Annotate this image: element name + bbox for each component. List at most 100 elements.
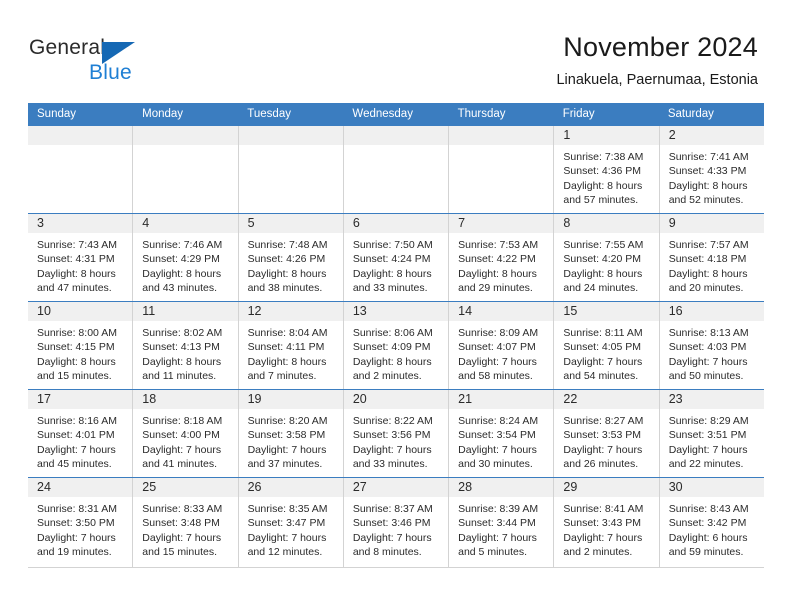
day-details: Sunrise: 7:41 AM Sunset: 4:33 PM Daylight:… — [660, 145, 764, 207]
calendar-day-cell[interactable]: 23 Sunrise: 8:29 AM Sunset: 3:51 PM Dayligh… — [658, 390, 764, 477]
calendar-day-cell[interactable]: 4 Sunrise: 7:46 AM Sunset: 4:29 PM Daylight… — [132, 214, 238, 301]
daylight-duration-line2: and 58 minutes. — [458, 369, 533, 382]
calendar-day-cell[interactable]: 24 Sunrise: 8:31 AM Sunset: 3:50 PM Dayligh… — [28, 478, 133, 567]
daylight-duration-line2: and 2 minutes. — [352, 369, 422, 382]
sunset-time: Sunset: 3:56 PM — [352, 429, 431, 442]
sunrise-time: Sunrise: 8:22 AM — [352, 415, 433, 427]
sunrise-time: Sunrise: 8:43 AM — [668, 503, 749, 515]
calendar-day-cell[interactable]: 11 Sunrise: 8:02 AM Sunset: 4:13 PM Dayligh… — [132, 302, 238, 389]
calendar-day-cell[interactable]: 17 Sunrise: 8:16 AM Sunset: 4:01 PM Dayligh… — [28, 390, 133, 477]
day-number: 15 — [554, 302, 659, 321]
sunrise-time: Sunrise: 8:27 AM — [563, 415, 644, 427]
calendar-day-cell[interactable]: 7 Sunrise: 7:53 AM Sunset: 4:22 PM Daylight… — [448, 214, 554, 301]
sunrise-time: Sunrise: 8:41 AM — [563, 503, 644, 515]
day-number: 16 — [659, 302, 764, 321]
sunset-time: Sunset: 4:33 PM — [668, 165, 747, 178]
title-block: November 2024 Linakuela, Paernumaa, Esto… — [556, 30, 758, 89]
day-details: Sunrise: 7:43 AM Sunset: 4:31 PM Daylight:… — [28, 233, 132, 295]
day-number: 11 — [133, 302, 238, 321]
day-details: Sunrise: 8:33 AM Sunset: 3:48 PM Daylight:… — [133, 497, 237, 559]
general-blue-logo[interactable]: General Blue — [29, 36, 209, 86]
day-number: 24 — [28, 478, 133, 497]
day-number: 3 — [28, 214, 133, 233]
calendar-day-cell[interactable]: 29 Sunrise: 8:41 AM Sunset: 3:43 PM Dayligh… — [553, 478, 659, 567]
sunset-time: Sunset: 3:48 PM — [142, 517, 220, 530]
sunset-time: Sunset: 4:31 PM — [37, 253, 115, 266]
calendar-day-cell[interactable]: 5 Sunrise: 7:48 AM Sunset: 4:26 PM Daylight… — [237, 214, 343, 301]
day-details: Sunrise: 8:16 AM Sunset: 4:01 PM Daylight:… — [28, 409, 132, 471]
calendar-day-cell-empty — [132, 126, 238, 213]
calendar-day-cell[interactable]: 3 Sunrise: 7:43 AM Sunset: 4:31 PM Daylight… — [28, 214, 133, 301]
calendar-day-cell[interactable]: 16 Sunrise: 8:13 AM Sunset: 4:03 PM Dayligh… — [658, 302, 764, 389]
day-details: Sunrise: 8:00 AM Sunset: 4:15 PM Daylight:… — [28, 321, 132, 383]
sunset-time: Sunset: 4:00 PM — [142, 429, 220, 442]
calendar-day-cell[interactable]: 6 Sunrise: 7:50 AM Sunset: 4:24 PM Daylight… — [342, 214, 449, 301]
sunset-time: Sunset: 3:53 PM — [563, 429, 642, 442]
day-details: Sunrise: 8:13 AM Sunset: 4:03 PM Daylight:… — [660, 321, 764, 383]
daylight-duration-line1: Daylight: 8 hours — [352, 267, 432, 280]
calendar-day-cell[interactable]: 28 Sunrise: 8:39 AM Sunset: 3:44 PM Dayligh… — [448, 478, 554, 567]
calendar-day-cell[interactable]: 19 Sunrise: 8:20 AM Sunset: 3:58 PM Dayligh… — [237, 390, 343, 477]
day-details: Sunrise: 8:11 AM Sunset: 4:05 PM Daylight:… — [554, 321, 658, 383]
daylight-duration-line1: Daylight: 8 hours — [37, 267, 116, 280]
day-number — [343, 126, 449, 145]
calendar-day-cell[interactable]: 10 Sunrise: 8:00 AM Sunset: 4:15 PM Dayligh… — [28, 302, 133, 389]
sunset-time: Sunset: 4:24 PM — [352, 253, 431, 266]
sunset-time: Sunset: 3:58 PM — [247, 429, 326, 442]
daylight-duration-line1: Daylight: 7 hours — [142, 443, 222, 456]
weekday-header-row: Sunday Monday Tuesday Wednesday Thursday… — [28, 103, 764, 125]
sunrise-time: Sunrise: 7:46 AM — [142, 239, 223, 251]
sunrise-time: Sunrise: 7:48 AM — [247, 239, 328, 251]
day-details — [133, 145, 237, 150]
daylight-duration-line2: and 30 minutes. — [458, 457, 533, 470]
daylight-duration-line1: Daylight: 7 hours — [247, 443, 327, 456]
calendar-day-cell[interactable]: 15 Sunrise: 8:11 AM Sunset: 4:05 PM Dayligh… — [553, 302, 659, 389]
daylight-duration-line2: and 33 minutes. — [352, 281, 428, 294]
calendar-day-cell[interactable]: 27 Sunrise: 8:37 AM Sunset: 3:46 PM Dayligh… — [342, 478, 449, 567]
calendar-day-cell[interactable]: 13 Sunrise: 8:06 AM Sunset: 4:09 PM Dayligh… — [342, 302, 449, 389]
daylight-duration-line2: and 33 minutes. — [352, 457, 428, 470]
daylight-duration-line1: Daylight: 6 hours — [668, 531, 748, 544]
day-number: 9 — [659, 214, 764, 233]
day-number: 12 — [238, 302, 343, 321]
calendar-day-cell[interactable]: 21 Sunrise: 8:24 AM Sunset: 3:54 PM Dayligh… — [448, 390, 554, 477]
sunset-time: Sunset: 4:07 PM — [458, 341, 536, 354]
daylight-duration-line2: and 7 minutes. — [247, 369, 317, 382]
calendar-day-cell[interactable]: 14 Sunrise: 8:09 AM Sunset: 4:07 PM Dayligh… — [448, 302, 554, 389]
calendar-day-cell[interactable]: 1 Sunrise: 7:38 AM Sunset: 4:36 PM Daylight… — [553, 126, 659, 213]
weekday-header-thursday: Thursday — [457, 108, 506, 120]
weekday-header-wednesday: Wednesday — [352, 108, 413, 120]
daylight-duration-line1: Daylight: 8 hours — [352, 355, 432, 368]
sunset-time: Sunset: 4:03 PM — [668, 341, 747, 354]
sunrise-time: Sunrise: 8:31 AM — [37, 503, 117, 515]
sunset-time: Sunset: 4:29 PM — [142, 253, 220, 266]
sunrise-time: Sunrise: 7:43 AM — [37, 239, 117, 251]
sunrise-time: Sunrise: 7:41 AM — [668, 151, 749, 163]
day-number — [238, 126, 343, 145]
daylight-duration-line2: and 54 minutes. — [563, 369, 639, 382]
daylight-duration-line1: Daylight: 7 hours — [668, 443, 748, 456]
daylight-duration-line2: and 38 minutes. — [247, 281, 323, 294]
calendar-day-cell[interactable]: 25 Sunrise: 8:33 AM Sunset: 3:48 PM Dayligh… — [132, 478, 238, 567]
calendar-day-cell[interactable]: 8 Sunrise: 7:55 AM Sunset: 4:20 PM Daylight… — [553, 214, 659, 301]
calendar-day-cell[interactable]: 20 Sunrise: 8:22 AM Sunset: 3:56 PM Dayligh… — [342, 390, 449, 477]
day-details: Sunrise: 8:43 AM Sunset: 3:42 PM Daylight:… — [660, 497, 764, 559]
daylight-duration-line1: Daylight: 7 hours — [352, 443, 432, 456]
sunrise-time: Sunrise: 7:38 AM — [563, 151, 644, 163]
day-number: 10 — [28, 302, 133, 321]
calendar-day-cell[interactable]: 18 Sunrise: 8:18 AM Sunset: 4:00 PM Dayligh… — [132, 390, 238, 477]
calendar-day-cell[interactable]: 9 Sunrise: 7:57 AM Sunset: 4:18 PM Daylight… — [658, 214, 764, 301]
day-details: Sunrise: 8:22 AM Sunset: 3:56 PM Daylight:… — [344, 409, 448, 471]
calendar-day-cell[interactable]: 12 Sunrise: 8:04 AM Sunset: 4:11 PM Dayligh… — [237, 302, 343, 389]
calendar-day-cell[interactable]: 30 Sunrise: 8:43 AM Sunset: 3:42 PM Dayligh… — [658, 478, 764, 567]
daylight-duration-line2: and 2 minutes. — [563, 545, 633, 558]
daylight-duration-line1: Daylight: 8 hours — [247, 355, 327, 368]
daylight-duration-line2: and 43 minutes. — [142, 281, 217, 294]
calendar-day-cell[interactable]: 26 Sunrise: 8:35 AM Sunset: 3:47 PM Dayligh… — [237, 478, 343, 567]
calendar-week-row: 24 Sunrise: 8:31 AM Sunset: 3:50 PM Dayligh… — [28, 477, 764, 567]
calendar-day-cell[interactable]: 2 Sunrise: 7:41 AM Sunset: 4:33 PM Daylight… — [658, 126, 764, 213]
sunset-time: Sunset: 4:05 PM — [563, 341, 642, 354]
sunset-time: Sunset: 4:11 PM — [247, 341, 325, 354]
sunset-time: Sunset: 3:44 PM — [458, 517, 536, 530]
calendar-day-cell[interactable]: 22 Sunrise: 8:27 AM Sunset: 3:53 PM Dayligh… — [553, 390, 659, 477]
